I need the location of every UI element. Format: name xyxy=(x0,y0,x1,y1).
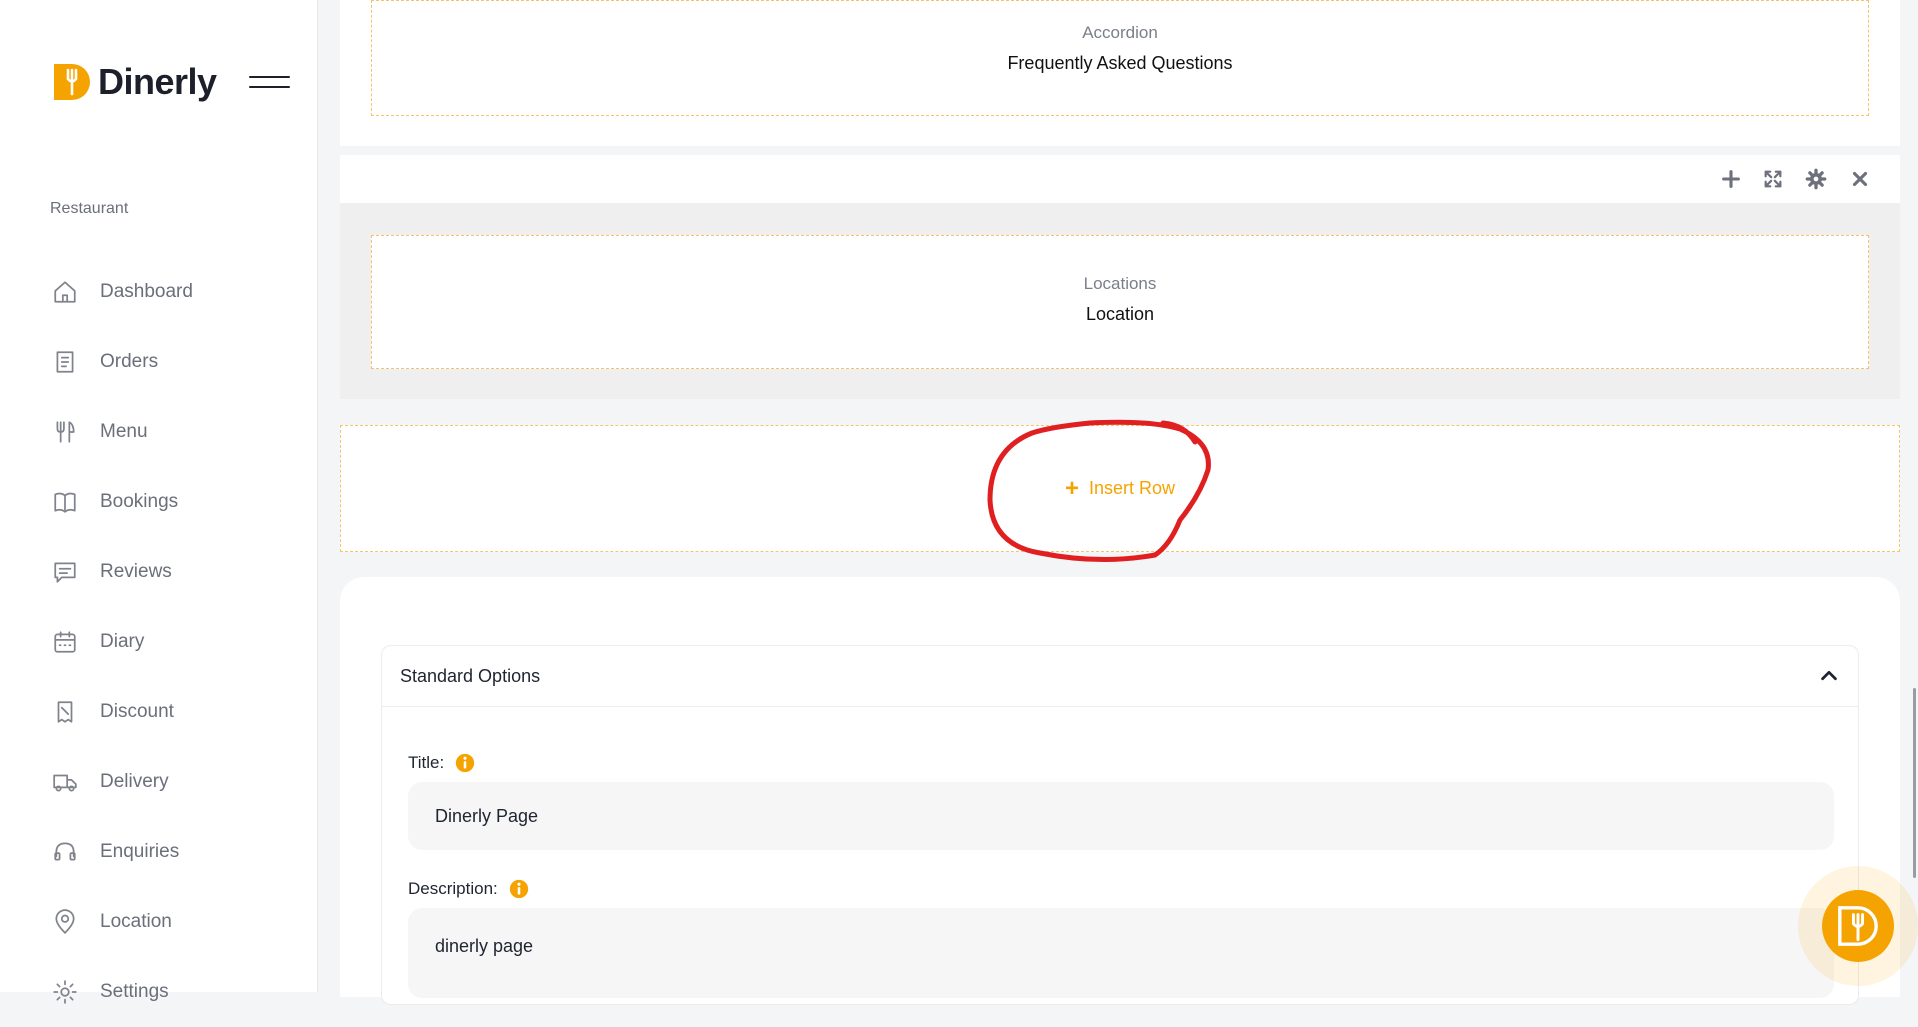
sidebar-item-discount[interactable]: Discount xyxy=(50,677,193,747)
sidebar-item-label: Delivery xyxy=(100,771,169,792)
info-icon[interactable] xyxy=(508,878,530,900)
sidebar-item-label: Orders xyxy=(100,351,159,372)
description-label-text: Description: xyxy=(408,879,498,898)
ticket-icon xyxy=(50,697,80,727)
dinerly-help-button[interactable] xyxy=(1798,866,1918,986)
sidebar-item-label: Diary xyxy=(100,631,145,652)
sidebar-item-label: Enquiries xyxy=(100,841,180,862)
message-icon xyxy=(50,557,80,587)
block-type-label: Locations xyxy=(1083,274,1157,293)
sidebar-item-label: Bookings xyxy=(100,491,179,512)
row-locations: Locations Location xyxy=(340,203,1900,399)
block-title: Location xyxy=(1085,304,1155,324)
row-toolbar xyxy=(340,155,1900,203)
insert-row-area[interactable]: + Insert Row xyxy=(340,425,1900,552)
fork-knife-icon xyxy=(50,417,80,447)
expand-icon[interactable] xyxy=(1761,167,1785,191)
menu-toggle-button[interactable] xyxy=(249,72,290,92)
sidebar-item-dashboard[interactable]: Dashboard xyxy=(50,257,193,327)
close-icon[interactable] xyxy=(1848,167,1872,191)
row-accordion: Accordion Frequently Asked Questions xyxy=(340,0,1900,146)
title-input[interactable]: Dinerly Page xyxy=(408,782,1834,850)
options-card: Standard Options Title: Dinerly Page Des… xyxy=(340,577,1900,1005)
hamburger-line xyxy=(249,86,290,88)
plus-icon: + xyxy=(1064,474,1079,502)
gear-icon[interactable] xyxy=(1804,167,1828,191)
sidebar-item-location[interactable]: Location xyxy=(50,887,193,957)
insert-row-label: Insert Row xyxy=(1088,478,1176,498)
sidebar-item-menu[interactable]: Menu xyxy=(50,397,193,467)
block-type-label: Accordion xyxy=(1082,23,1158,42)
chevron-up-icon[interactable] xyxy=(1818,665,1840,687)
brand[interactable]: Dinerly xyxy=(50,60,217,104)
sidebar-item-label: Reviews xyxy=(100,561,172,582)
description-input[interactable]: dinerly page xyxy=(408,908,1834,998)
map-pin-icon xyxy=(50,907,80,937)
title-field-label: Title: xyxy=(408,752,476,774)
dinerly-logo-icon xyxy=(1838,906,1878,946)
sidebar-item-enquiries[interactable]: Enquiries xyxy=(50,817,193,887)
brand-name: Dinerly xyxy=(98,61,217,102)
description-field-label: Description: xyxy=(408,878,530,900)
sidebar-item-label: Dashboard xyxy=(100,281,193,302)
block-locations[interactable]: Locations Location xyxy=(371,235,1869,369)
sidebar-item-reviews[interactable]: Reviews xyxy=(50,537,193,607)
fab-inner xyxy=(1822,890,1894,962)
standard-options-header[interactable]: Standard Options xyxy=(382,646,1858,707)
book-icon xyxy=(50,487,80,517)
sidebar-nav: Dashboard Orders Menu Bookings Reviews D… xyxy=(50,257,193,1027)
sidebar-section-label: Restaurant xyxy=(50,200,129,217)
block-accordion[interactable]: Accordion Frequently Asked Questions xyxy=(371,0,1869,116)
page-builder: Accordion Frequently Asked Questions Loc… xyxy=(340,0,1900,1005)
home-icon xyxy=(50,277,80,307)
sidebar-item-label: Discount xyxy=(100,701,174,722)
gear-icon xyxy=(50,977,80,1007)
sidebar-item-delivery[interactable]: Delivery xyxy=(50,747,193,817)
receipt-icon xyxy=(50,347,80,377)
sidebar-item-label: Menu xyxy=(100,421,148,442)
sidebar-item-bookings[interactable]: Bookings xyxy=(50,467,193,537)
options-title: Standard Options xyxy=(400,665,541,686)
block-title: Frequently Asked Questions xyxy=(1007,53,1233,73)
sidebar: Dinerly Restaurant Dashboard Orders Menu… xyxy=(0,0,318,1004)
sidebar-item-diary[interactable]: Diary xyxy=(50,607,193,677)
info-icon[interactable] xyxy=(454,752,476,774)
sidebar-item-settings[interactable]: Settings xyxy=(50,957,193,1027)
dinerly-logo-icon xyxy=(54,64,90,100)
title-label-text: Title: xyxy=(408,753,445,772)
sidebar-item-label: Settings xyxy=(100,981,169,1002)
headset-icon xyxy=(50,837,80,867)
hamburger-line xyxy=(249,76,290,78)
truck-icon xyxy=(50,767,80,797)
insert-row-button[interactable]: + Insert Row xyxy=(1064,474,1176,502)
scrollbar-thumb[interactable] xyxy=(1913,688,1916,878)
plus-icon[interactable] xyxy=(1719,167,1743,191)
sidebar-item-orders[interactable]: Orders xyxy=(50,327,193,397)
calendar-icon xyxy=(50,627,80,657)
standard-options-panel: Standard Options Title: Dinerly Page Des… xyxy=(381,645,1859,1005)
sidebar-item-label: Location xyxy=(100,911,172,932)
